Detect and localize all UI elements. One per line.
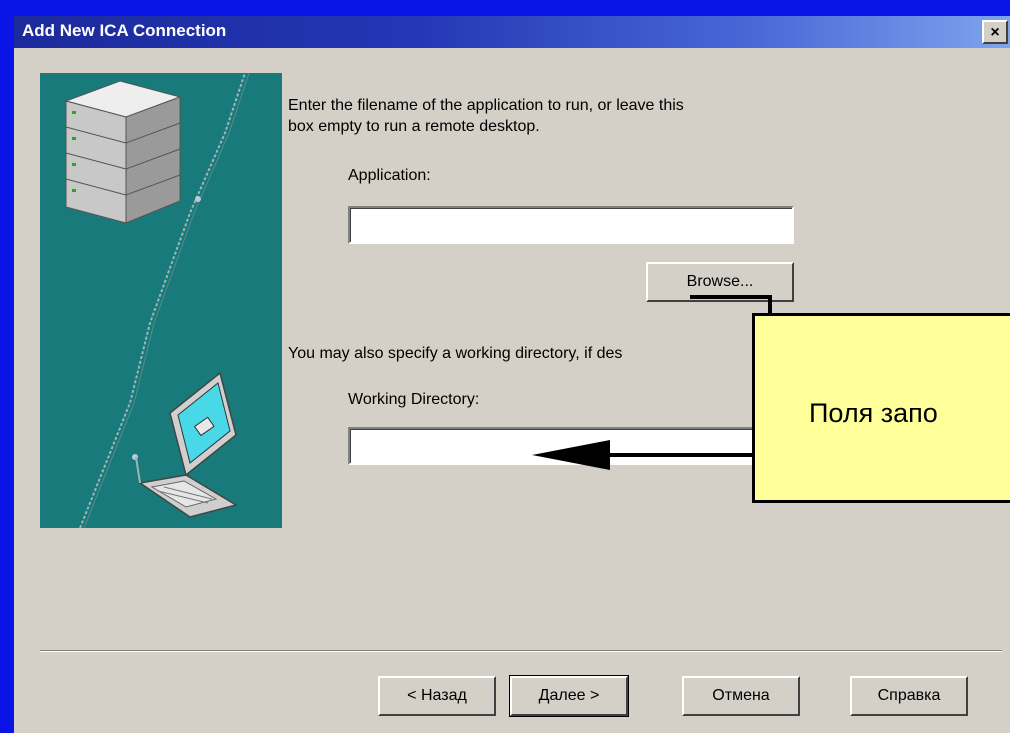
- intro-text-line-1: Enter the filename of the application to…: [288, 97, 684, 114]
- intro-text-line-2: box empty to run a remote desktop.: [288, 118, 540, 135]
- button-separator: [40, 650, 1002, 652]
- server-icon: [64, 80, 182, 224]
- callout-text: Поля запо: [809, 398, 938, 428]
- wizard-illustration: [40, 73, 282, 528]
- application-input[interactable]: [348, 206, 794, 244]
- browse-button[interactable]: Browse...: [646, 262, 794, 302]
- cancel-button[interactable]: Отмена: [682, 676, 800, 716]
- working-dir-intro: You may also specify a working directory…: [288, 345, 623, 362]
- next-button[interactable]: Далее >: [509, 675, 629, 717]
- close-button[interactable]: ×: [982, 20, 1008, 44]
- application-label: Application:: [348, 167, 431, 184]
- working-directory-label: Working Directory:: [348, 391, 480, 408]
- title-bar[interactable]: Add New ICA Connection ×: [14, 16, 1010, 48]
- working-directory-input[interactable]: [348, 427, 794, 465]
- close-icon: ×: [990, 24, 1000, 41]
- window-title: Add New ICA Connection: [22, 21, 227, 40]
- annotation-callout: Поля запо: [752, 313, 1010, 503]
- back-button[interactable]: < Назад: [378, 676, 496, 716]
- help-button[interactable]: Справка: [850, 676, 968, 716]
